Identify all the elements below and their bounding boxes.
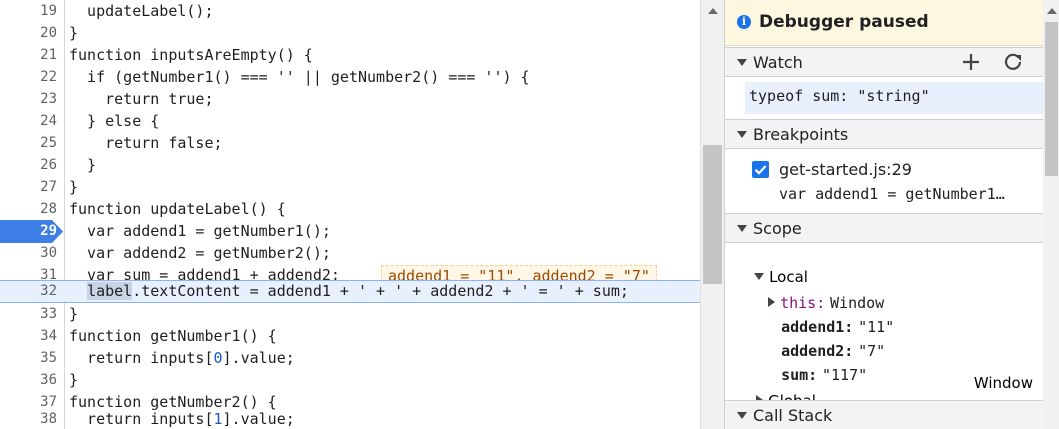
code-text[interactable]: return inputs[0].value; [69, 347, 295, 370]
editor-scrollbar[interactable] [700, 0, 724, 429]
code-line[interactable]: 38 return inputs[1].value; [0, 408, 700, 429]
code-rest: .textContent = addend1 + ' + ' + addend2… [132, 282, 629, 300]
code-line[interactable]: 30 var addend2 = getNumber2(); [0, 242, 700, 265]
code-line[interactable]: 35 return inputs[0].value; [0, 347, 700, 370]
collapse-triangle-icon[interactable] [737, 59, 747, 66]
collapse-triangle-icon[interactable] [737, 225, 747, 232]
code-line[interactable]: 33 } [0, 303, 700, 326]
code-line[interactable]: 24 } else { [0, 110, 700, 133]
debugger-paused-banner: i Debugger paused [725, 0, 1043, 46]
code-part: ].value; [222, 410, 295, 428]
plus-icon[interactable] [961, 52, 981, 75]
breakpoint-checkbox[interactable] [752, 161, 769, 178]
line-number[interactable]: 24 [0, 110, 57, 133]
code-text[interactable]: } else { [69, 110, 159, 133]
debugger-sidebar: i Debugger paused Watch typeof sum: "str… [724, 0, 1059, 429]
code-line[interactable]: 28 function updateLabel() { [0, 198, 700, 221]
scroll-up-arrow-icon[interactable] [708, 8, 718, 14]
code-line[interactable]: 36 } [0, 369, 700, 392]
code-line[interactable]: 27 } [0, 176, 700, 199]
line-number[interactable]: 25 [0, 132, 57, 155]
code-text[interactable]: function updateLabel() { [69, 198, 286, 221]
code-line[interactable]: 22 if (getNumber1() === '' || getNumber2… [0, 66, 700, 89]
code-part: return inputs[ [69, 349, 214, 367]
code-number: 0 [213, 349, 223, 367]
checkmark-icon [754, 165, 767, 175]
code-text[interactable]: label.textContent = addend1 + ' + ' + ad… [69, 280, 629, 303]
sidebar-scrollbar[interactable] [1043, 0, 1059, 429]
code-text[interactable]: } [69, 154, 96, 177]
call-stack-section-header[interactable]: Call Stack [725, 400, 1043, 429]
line-number[interactable]: 21 [0, 44, 57, 67]
code-text[interactable]: return inputs[1].value; [69, 408, 295, 429]
line-number[interactable]: 27 [0, 176, 57, 199]
collapse-triangle-icon[interactable] [737, 131, 747, 138]
line-number[interactable]: 36 [0, 369, 57, 392]
code-line[interactable]: 25 return false; [0, 132, 700, 155]
paused-text: Debugger paused [759, 12, 929, 32]
scope-global-value: Window [973, 374, 1033, 392]
line-number[interactable]: 35 [0, 347, 57, 370]
code-line[interactable]: 34 function getNumber1() { [0, 325, 700, 348]
line-number[interactable]: 34 [0, 325, 57, 348]
line-number[interactable]: 30 [0, 242, 57, 265]
scroll-up-arrow-icon[interactable] [1047, 8, 1057, 14]
scope-title: Scope [753, 219, 802, 238]
line-number[interactable]: 23 [0, 88, 57, 111]
code-number: 1 [213, 410, 223, 428]
line-number[interactable]: 22 [0, 66, 57, 89]
code-text[interactable]: function inputsAreEmpty() { [69, 44, 313, 67]
current-execution-line[interactable]: 32 label.textContent = addend1 + ' + ' +… [0, 280, 700, 303]
line-number[interactable]: 32 [0, 280, 57, 303]
collapse-triangle-icon[interactable] [737, 412, 747, 419]
breakpoint-location[interactable]: get-started.js:29 [779, 160, 912, 179]
line-number[interactable]: 19 [0, 0, 57, 23]
code-line-breakpoint[interactable]: 29 var addend1 = getNumber1(); [0, 220, 700, 243]
line-number[interactable]: 33 [0, 303, 57, 326]
info-icon: i [737, 15, 751, 29]
watch-section-header[interactable]: Watch [725, 47, 1043, 77]
code-text[interactable]: var addend2 = getNumber2(); [69, 242, 331, 265]
code-text[interactable]: } [69, 303, 78, 326]
editor-scrollbar-thumb[interactable] [703, 145, 722, 284]
watch-title: Watch [753, 53, 803, 72]
watch-expression-text[interactable]: typeof sum: "string" [749, 87, 930, 105]
code-editor[interactable]: 19 updateLabel(); 20 } 21 function input… [0, 0, 700, 429]
line-number[interactable]: 26 [0, 154, 57, 177]
breakpoints-title: Breakpoints [753, 125, 849, 144]
line-number[interactable]: 20 [0, 22, 57, 45]
code-text[interactable]: var addend1 = getNumber1(); [69, 220, 331, 243]
code-line[interactable]: 19 updateLabel(); [0, 0, 700, 23]
code-line[interactable]: 21 function inputsAreEmpty() { [0, 44, 700, 67]
code-line[interactable]: 26 } [0, 154, 700, 177]
code-text[interactable]: updateLabel(); [69, 0, 213, 23]
code-text[interactable]: function getNumber1() { [69, 325, 277, 348]
breakpoint-code-snippet[interactable]: var addend1 = getNumber1… [779, 185, 1005, 203]
code-text[interactable]: } [69, 369, 78, 392]
code-text[interactable]: if (getNumber1() === '' || getNumber2() … [69, 66, 530, 89]
code-part: return inputs[ [69, 410, 214, 428]
scope-section-header[interactable]: Scope [725, 213, 1043, 243]
selected-identifier[interactable]: label [87, 282, 133, 300]
sidebar-scrollbar-thumb[interactable] [1045, 22, 1058, 176]
code-line[interactable]: 20 } [0, 22, 700, 45]
line-number[interactable]: 28 [0, 198, 57, 221]
line-number[interactable]: 29 [0, 220, 57, 243]
code-part: ].value; [222, 349, 295, 367]
code-text[interactable]: return true; [69, 88, 213, 111]
refresh-icon[interactable] [1003, 52, 1023, 75]
call-stack-title: Call Stack [753, 406, 833, 425]
code-line[interactable]: 23 return true; [0, 88, 700, 111]
breakpoints-section-header[interactable]: Breakpoints [725, 119, 1043, 149]
code-text[interactable]: } [69, 176, 78, 199]
code-text[interactable]: } [69, 22, 78, 45]
line-number[interactable]: 38 [0, 408, 57, 429]
code-text[interactable]: return false; [69, 132, 222, 155]
breakpoint-marker[interactable]: 29 [0, 220, 64, 243]
watch-expression[interactable]: typeof sum: "string" [745, 82, 1043, 114]
